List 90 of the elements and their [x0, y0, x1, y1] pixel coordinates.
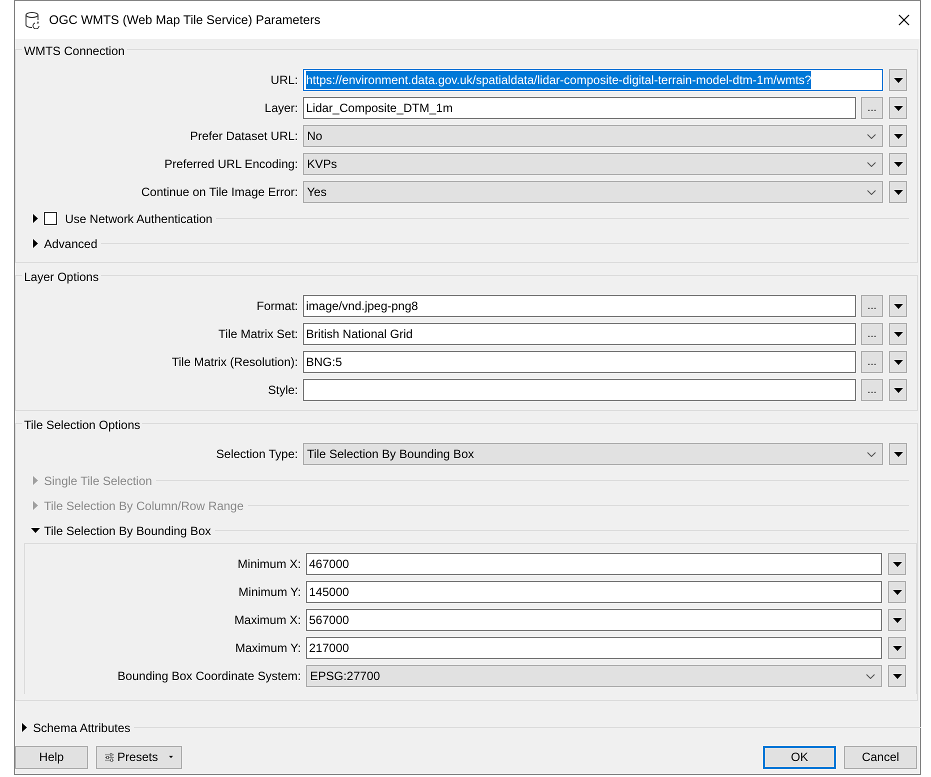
input-field[interactable]: https://environment.data.gov.uk/spatialdata/lidar-composite-digital-terrain-model-dtm-1m/wmts?	[303, 69, 883, 91]
field-label: Layer:	[264, 100, 299, 117]
collapsed-triangle-icon	[22, 723, 26, 732]
caret-icon	[892, 618, 902, 622]
field-label: Prefer Dataset URL:	[188, 128, 299, 145]
chevron-down-icon	[867, 452, 876, 456]
chevron-down-icon	[867, 134, 876, 138]
caret-icon	[168, 755, 173, 759]
caret-icon	[894, 134, 902, 138]
dropdown-button[interactable]	[889, 153, 907, 175]
caret-icon	[894, 452, 902, 456]
window-title: OGC WMTS (Web Map Tile Service) Parameters	[49, 12, 320, 29]
caret-icon	[892, 674, 902, 678]
input-field[interactable]: image/vnd.jpeg-png8	[303, 295, 856, 317]
dropdown-button[interactable]	[889, 379, 907, 401]
field-label: Selection Type:	[215, 446, 299, 463]
dropdown-button[interactable]	[888, 637, 906, 659]
dropdown-button[interactable]	[889, 295, 907, 317]
input-field[interactable]: British National Grid	[303, 323, 856, 345]
field-label: Maximum Y:	[234, 640, 302, 657]
chevron-down-icon	[866, 674, 875, 678]
collapsed-triangle-icon	[32, 476, 38, 485]
field-label: Style:	[266, 382, 299, 399]
ok-button[interactable]: OK	[763, 746, 836, 768]
input-field[interactable]: BNG:5	[303, 351, 856, 373]
caret-icon	[892, 590, 902, 594]
close-icon[interactable]	[898, 14, 910, 26]
caret-icon	[894, 78, 902, 82]
input-field[interactable]	[303, 379, 856, 401]
field-label: Format:	[256, 298, 299, 315]
field-label: Tile Matrix Set:	[217, 326, 299, 343]
input-field[interactable]: 217000	[306, 637, 882, 659]
caret-icon	[894, 388, 902, 392]
select-field[interactable]: KVPs	[303, 153, 883, 175]
sliders-icon	[105, 750, 114, 764]
dropdown-button[interactable]	[888, 553, 906, 575]
caret-icon	[894, 304, 902, 308]
field-label: Minimum X:	[236, 556, 302, 573]
caret-icon	[894, 190, 902, 194]
dropdown-button[interactable]	[889, 125, 907, 147]
field-label: Bounding Box Coordinate System:	[116, 668, 302, 685]
caret-icon	[892, 562, 902, 566]
dropdown-button[interactable]	[889, 323, 907, 345]
section-header[interactable]: Advanced	[16, 231, 907, 256]
section-header[interactable]: Tile Selection By Bounding Box	[16, 518, 907, 543]
caret-icon	[892, 646, 902, 650]
caret-icon	[894, 360, 902, 364]
collapsed-triangle-icon	[32, 239, 38, 248]
dropdown-button[interactable]	[888, 665, 906, 687]
expanded-triangle-icon	[30, 528, 40, 533]
input-field[interactable]: 467000	[306, 553, 882, 575]
dialog-button[interactable]: Help	[15, 746, 88, 768]
field-label: URL:	[270, 72, 299, 89]
browse-button[interactable]: ...	[861, 351, 883, 373]
input-field[interactable]: 567000	[306, 609, 882, 631]
dropdown-button[interactable]	[889, 351, 907, 373]
chevron-down-icon	[867, 190, 876, 194]
field-label: Continue on Tile Image Error:	[140, 184, 299, 201]
caret-icon	[894, 162, 902, 166]
browse-button[interactable]: ...	[861, 295, 883, 317]
section-header[interactable]: Schema Attributes	[15, 715, 919, 740]
presets-button[interactable]: Presets	[96, 746, 182, 768]
database-icon	[25, 11, 41, 29]
caret-icon	[894, 106, 902, 110]
chevron-down-icon	[867, 162, 876, 166]
browse-button[interactable]: ...	[861, 323, 883, 345]
select-field[interactable]: No	[303, 125, 883, 147]
field-label: Minimum Y:	[238, 584, 302, 601]
dropdown-button[interactable]	[888, 609, 906, 631]
dialog-button[interactable]: Cancel	[844, 746, 917, 768]
section-header[interactable]: Use Network Authentication	[16, 206, 907, 231]
dropdown-button[interactable]	[889, 97, 907, 119]
dropdown-button[interactable]	[889, 69, 907, 91]
browse-button[interactable]: ...	[861, 379, 883, 401]
dropdown-button[interactable]	[889, 181, 907, 203]
select-field[interactable]: Yes	[303, 181, 883, 203]
field-label: Maximum X:	[233, 612, 302, 629]
field-label: Preferred URL Encoding:	[163, 156, 299, 173]
select-field[interactable]: Tile Selection By Bounding Box	[303, 443, 883, 465]
checkbox[interactable]	[44, 212, 57, 225]
collapsed-triangle-icon	[32, 501, 38, 510]
dropdown-button[interactable]	[888, 581, 906, 603]
collapsed-triangle-icon	[32, 214, 38, 223]
browse-button[interactable]: ...	[861, 97, 883, 119]
caret-icon	[894, 332, 902, 336]
input-field[interactable]: Lidar_Composite_DTM_1m	[303, 97, 856, 119]
dropdown-button[interactable]	[889, 443, 907, 465]
field-label: Tile Matrix (Resolution):	[170, 354, 299, 371]
input-field[interactable]: 145000	[306, 581, 882, 603]
select-field[interactable]: EPSG:27700	[306, 665, 882, 687]
